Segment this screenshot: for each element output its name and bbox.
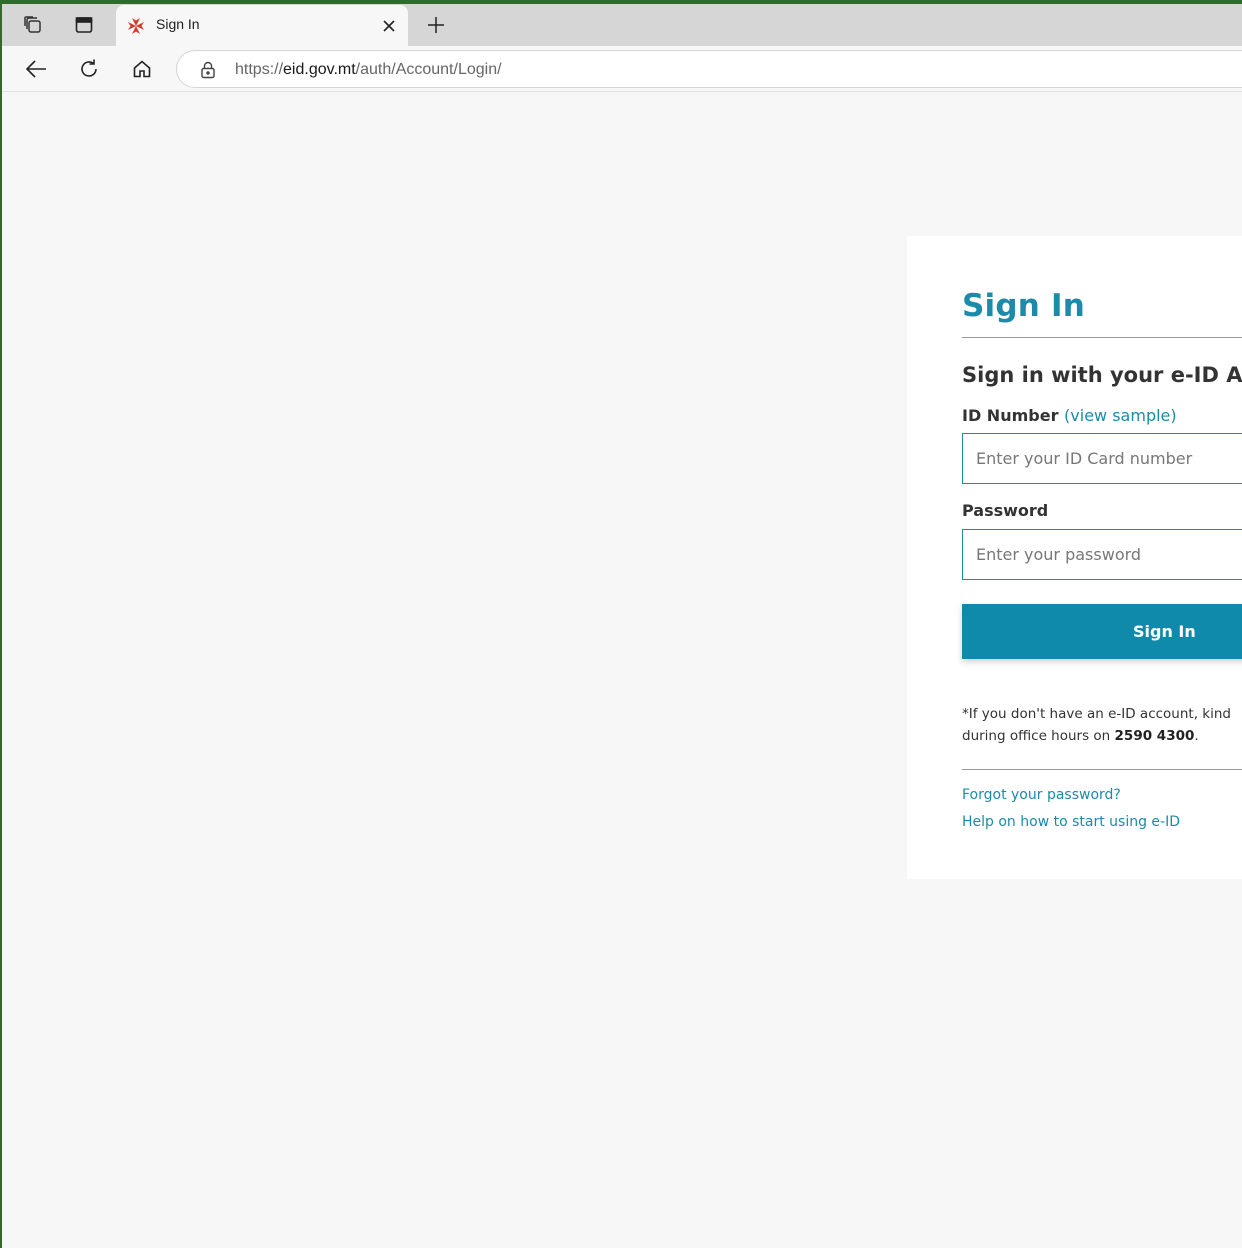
tab-title: Sign In (156, 16, 200, 32)
workspaces-button[interactable] (16, 10, 50, 40)
home-icon (133, 60, 151, 78)
url-text: https://eid.gov.mt/auth/Account/Login/ (235, 61, 502, 78)
login-card: Sign In Sign in with your e-ID Acc ID Nu… (907, 236, 1242, 879)
plus-icon (428, 17, 444, 33)
id-number-input[interactable] (962, 433, 1242, 484)
browser-toolbar: https://eid.gov.mt/auth/Account/Login/ (2, 46, 1242, 92)
back-arrow-icon (25, 60, 46, 78)
address-bar[interactable]: https://eid.gov.mt/auth/Account/Login/ (176, 50, 1242, 88)
footer-divider (962, 769, 1242, 770)
page-viewport: Sign In Sign in with your e-ID Acc ID Nu… (2, 93, 1242, 1248)
account-notice: *If you don't have an e-ID account, kind… (962, 703, 1242, 747)
maltese-cross-icon (128, 18, 144, 34)
workspaces-icon (24, 16, 41, 33)
tab-sign-in[interactable]: Sign In (116, 5, 408, 46)
sign-in-button[interactable]: Sign In (962, 604, 1242, 659)
password-input[interactable] (962, 529, 1242, 580)
back-button[interactable] (19, 54, 53, 84)
new-tab-button[interactable] (420, 10, 452, 40)
close-icon (383, 20, 395, 32)
tab-close-button[interactable] (378, 15, 400, 37)
vertical-tabs-icon (75, 17, 93, 33)
tab-strip: Sign In (2, 4, 1242, 46)
lock-icon (201, 61, 215, 79)
help-start-eid-link[interactable]: Help on how to start using e-ID (962, 814, 1180, 830)
vertical-tabs-button[interactable] (67, 10, 101, 40)
password-label: Password (962, 501, 1049, 520)
notice-line-2: during office hours on 2590 4300. (962, 728, 1199, 744)
browser-window: Sign In https://eid.gov.mt/auth/Account/… (2, 4, 1242, 1248)
notice-line-1: *If you don't have an e-ID account, kind (962, 706, 1231, 722)
forgot-password-link[interactable]: Forgot your password? (962, 787, 1121, 803)
form-subtitle: Sign in with your e-ID Acc (962, 363, 1242, 387)
view-sample-link[interactable]: view sample (1070, 406, 1170, 425)
heading-divider (962, 337, 1242, 338)
home-button[interactable] (125, 54, 159, 84)
office-phone-number: 2590 4300 (1114, 728, 1195, 744)
id-number-label: ID Number (view sample) (962, 406, 1177, 425)
refresh-icon (81, 59, 97, 77)
page-title: Sign In (962, 288, 1086, 324)
refresh-button[interactable] (72, 54, 106, 84)
